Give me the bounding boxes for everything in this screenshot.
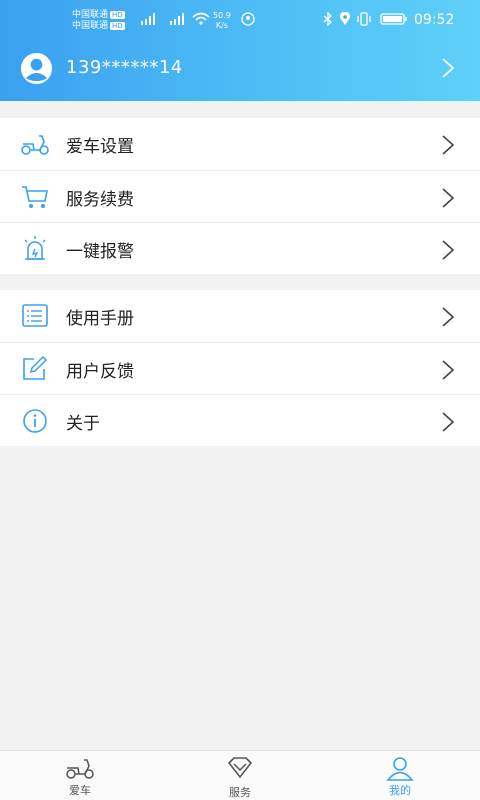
tab-label: 服务 (229, 786, 251, 799)
clock: 09:52 (414, 12, 455, 28)
menu-item-user-manual[interactable]: 使用手册 (0, 290, 480, 342)
battery-icon (380, 13, 407, 25)
menu-item-service-renewal[interactable]: 服务续费 (0, 170, 480, 222)
tab-my-vehicle[interactable]: 爱车 (0, 751, 160, 800)
menu-group-vehicle: 爱车设置 服务续费 一键报警 (0, 118, 480, 274)
bottom-tab-bar: 爱车 服务 我的 (0, 750, 480, 800)
menu-item-label: 用户反馈 (66, 362, 134, 382)
user-icon (386, 757, 414, 781)
net-speed-unit: K/s (215, 21, 228, 30)
list-icon (22, 304, 48, 327)
carrier-info: 中国联通 HD 中国联通 HD (72, 10, 125, 32)
carrier-name-1: 中国联通 (72, 10, 109, 20)
user-phone: 139******14 (66, 57, 183, 78)
menu-item-label: 使用手册 (66, 309, 134, 329)
user-profile-row[interactable]: 139******14 (0, 48, 480, 90)
tab-mine[interactable]: 我的 (320, 751, 480, 800)
avatar-icon (20, 52, 53, 85)
menu-item-label: 服务续费 (66, 190, 134, 210)
menu-item-label: 关于 (66, 414, 100, 434)
hd-badge: HD (110, 21, 125, 30)
menu-item-label: 爱车设置 (66, 137, 134, 157)
menu-group-help: 使用手册 用户反馈 关于 (0, 290, 480, 446)
menu-item-about[interactable]: 关于 (0, 394, 480, 446)
scooter-icon (66, 759, 94, 779)
tab-label: 我的 (389, 784, 411, 797)
menu-item-vehicle-settings[interactable]: 爱车设置 (0, 118, 480, 170)
chevron-right-icon (442, 188, 455, 208)
bluetooth-icon (323, 12, 332, 26)
chevron-right-icon (442, 360, 455, 380)
profile-header: 中国联通 HD 中国联通 HD 50.9 K/s 09:52 139******… (0, 0, 480, 101)
chevron-right-icon (442, 58, 455, 78)
chevron-right-icon (442, 307, 455, 327)
alarm-icon (24, 236, 46, 260)
net-speed: 50.9 K/s (213, 11, 231, 31)
diamond-icon (227, 757, 253, 779)
menu-item-user-feedback[interactable]: 用户反馈 (0, 342, 480, 394)
info-icon (23, 409, 47, 433)
location-icon (340, 12, 350, 25)
carrier-name-2: 中国联通 (72, 21, 109, 31)
net-speed-value: 50.9 (213, 11, 231, 20)
vibrate-icon (357, 12, 371, 26)
menu-item-label: 一键报警 (66, 242, 134, 262)
vpn-icon (241, 12, 255, 26)
tab-service[interactable]: 服务 (160, 751, 320, 800)
menu-item-one-key-alarm[interactable]: 一键报警 (0, 222, 480, 274)
edit-icon (23, 355, 48, 380)
chevron-right-icon (442, 135, 455, 155)
signal-icon (141, 13, 155, 25)
scooter-icon (21, 135, 49, 155)
status-bar: 中国联通 HD 中国联通 HD 50.9 K/s 09:52 (0, 0, 480, 40)
chevron-right-icon (442, 412, 455, 432)
hd-badge: HD (110, 10, 125, 19)
chevron-right-icon (442, 240, 455, 260)
cart-icon (22, 186, 48, 208)
wifi-icon (192, 12, 210, 25)
tab-label: 爱车 (69, 784, 91, 797)
signal-icon (170, 13, 184, 25)
